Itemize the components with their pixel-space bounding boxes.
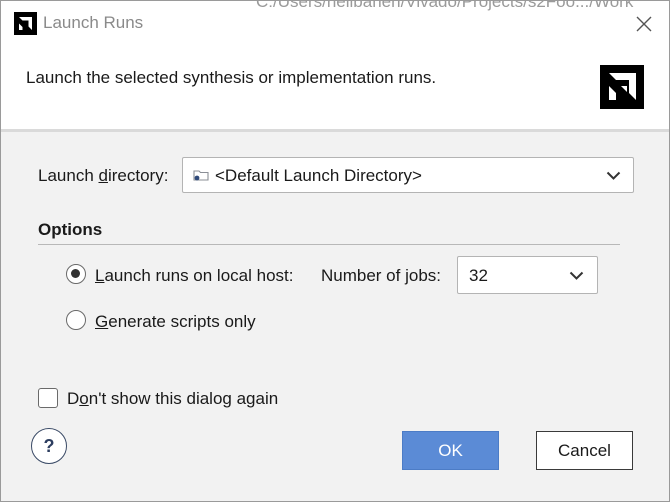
- launch-directory-label: Launch directory:: [38, 166, 169, 185]
- title-bar: C:/Users/heilbahen/Vivado/Projects/s2Foo…: [1, 1, 669, 45]
- amd-logo-icon: [600, 65, 644, 109]
- ok-button[interactable]: OK: [402, 431, 499, 470]
- number-of-jobs-label: Number of jobs:: [321, 266, 442, 285]
- generate-scripts-label[interactable]: Generate scripts only: [95, 312, 256, 332]
- close-icon: [636, 16, 652, 32]
- launch-directory-select[interactable]: <Default Launch Directory>: [182, 157, 634, 193]
- number-of-jobs-select[interactable]: 32: [457, 256, 598, 294]
- vivado-app-icon: [14, 12, 37, 35]
- launch-directory-value: <Default Launch Directory>: [215, 166, 422, 185]
- dont-show-again-checkbox[interactable]: [38, 388, 58, 408]
- generate-scripts-radio[interactable]: [66, 310, 86, 330]
- background-window-path: C:/Users/heilbahen/Vivado/Projects/s2Foo…: [256, 0, 634, 11]
- description-banner: Launch the selected synthesis or impleme…: [1, 45, 669, 132]
- help-button[interactable]: ?: [31, 428, 67, 464]
- launch-runs-dialog: C:/Users/heilbahen/Vivado/Projects/s2Foo…: [0, 0, 670, 502]
- dialog-description: Launch the selected synthesis or impleme…: [26, 68, 437, 87]
- options-section-title: Options: [38, 220, 103, 239]
- dont-show-again-label[interactable]: Don't show this dialog again: [67, 389, 278, 409]
- close-button[interactable]: [631, 11, 657, 37]
- local-host-radio[interactable]: [66, 264, 86, 284]
- help-icon: ?: [43, 435, 55, 456]
- number-of-jobs-value: 32: [469, 266, 488, 285]
- dialog-title: Launch Runs: [43, 13, 144, 32]
- cancel-button[interactable]: Cancel: [536, 431, 633, 470]
- folder-icon: [193, 168, 209, 187]
- local-host-label[interactable]: Launch runs on local host:: [95, 266, 293, 286]
- options-divider: [38, 244, 620, 245]
- chevron-down-icon: [566, 257, 586, 293]
- chevron-down-icon: [603, 158, 623, 192]
